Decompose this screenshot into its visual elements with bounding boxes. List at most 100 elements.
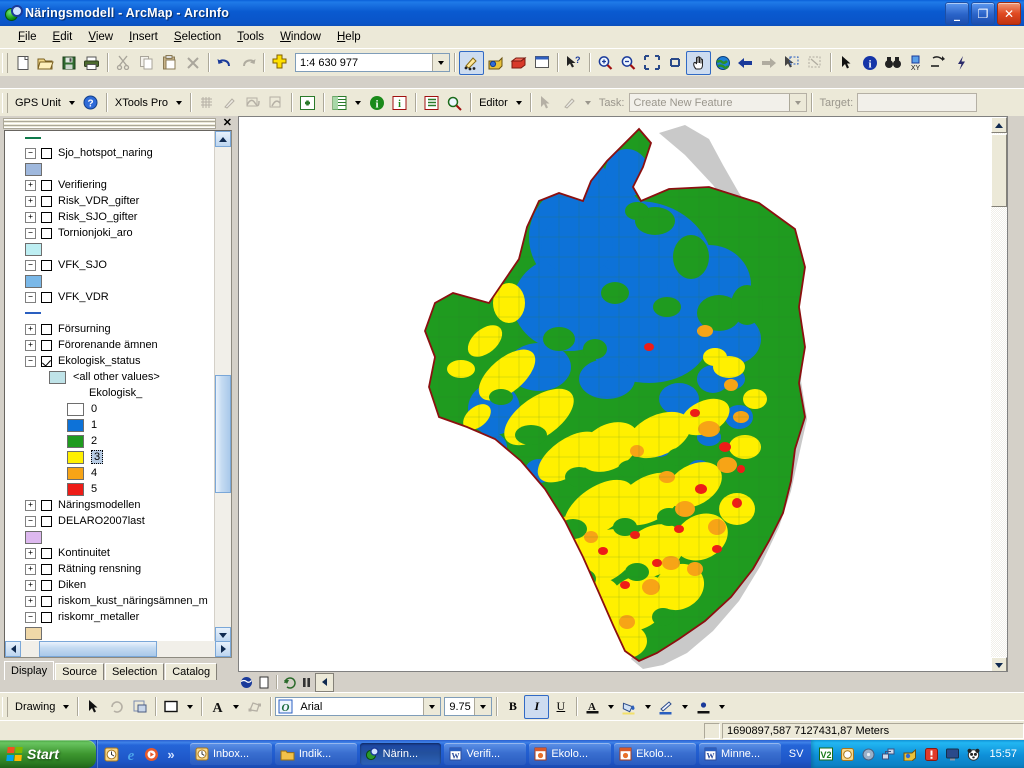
chevron-down-icon-size[interactable]	[474, 698, 492, 715]
line-color-button[interactable]	[655, 696, 678, 718]
layer-row-naringsmodellen[interactable]: + Näringsmodellen	[5, 497, 215, 513]
identify-tool[interactable]: i	[858, 52, 881, 74]
map-canvas[interactable]	[239, 117, 1007, 671]
previous-extent-button[interactable]	[734, 52, 757, 74]
chevron-down-icon-fontcolor[interactable]	[608, 704, 615, 709]
legend-class-0[interactable]: 0	[5, 401, 215, 417]
identify-info-button[interactable]: i	[365, 92, 388, 114]
minimize-button[interactable]: _	[945, 2, 969, 25]
layer-row-fororenande-amnen[interactable]: + Förorenande ämnen	[5, 337, 215, 353]
print-button[interactable]	[80, 52, 103, 74]
layer-row-ekologisk-status[interactable]: − Ekologisk_status	[5, 353, 215, 369]
layer-checkbox[interactable]	[41, 547, 52, 559]
underline-button[interactable]: U	[549, 696, 572, 718]
ql-more-icon[interactable]: »	[163, 746, 179, 762]
shape-tool-2[interactable]	[264, 92, 287, 114]
open-button[interactable]	[34, 52, 57, 74]
delete-button[interactable]	[181, 52, 204, 74]
menu-edit[interactable]: Edit	[45, 29, 81, 45]
menu-view[interactable]: View	[80, 29, 121, 45]
collapse-icon[interactable]: −	[25, 291, 36, 303]
scroll-right-button[interactable]	[215, 641, 231, 657]
sketch-tool-disabled[interactable]	[558, 92, 581, 114]
fixed-zoom-in-button[interactable]	[640, 52, 663, 74]
pencil-button-disabled[interactable]	[218, 92, 241, 114]
taskbar-clock[interactable]: 15:57	[989, 748, 1017, 760]
editor-toolbar-button[interactable]	[459, 50, 484, 75]
new-graphic-button[interactable]	[128, 696, 151, 718]
layer-row-riskomr-metaller[interactable]: − riskomr_metaller	[5, 609, 215, 625]
collapse-icon[interactable]: −	[25, 611, 36, 623]
layer-checkbox[interactable]	[41, 323, 52, 335]
collapse-icon[interactable]: −	[25, 515, 36, 527]
close-icon[interactable]: ✕	[223, 116, 232, 129]
scrollbar-thumb[interactable]	[215, 375, 231, 493]
chevron-down-icon-sketch[interactable]	[584, 100, 591, 105]
select-features-tool[interactable]	[780, 52, 803, 74]
redo-button[interactable]	[236, 52, 259, 74]
layer-checkbox[interactable]	[41, 515, 52, 527]
expand-icon[interactable]: +	[25, 595, 36, 607]
taskbar-item-inbox[interactable]: Inbox...	[190, 743, 272, 765]
drawing-menu-label[interactable]: Drawing	[11, 701, 59, 713]
close-button[interactable]: ✕	[997, 2, 1021, 25]
zoom-to-selection-button[interactable]	[443, 92, 466, 114]
layer-row-ratning-rensning[interactable]: + Rätning rensning	[5, 561, 215, 577]
menu-window[interactable]: Window	[272, 29, 329, 45]
layer-checkbox[interactable]	[41, 499, 52, 511]
layer-checkbox[interactable]	[41, 339, 52, 351]
legend-class-5[interactable]: 5	[5, 481, 215, 497]
taskbar-item-indik[interactable]: Indik...	[274, 743, 357, 765]
chevron-down-icon[interactable]	[68, 100, 75, 105]
expand-icon[interactable]: +	[25, 323, 36, 335]
scroll-left-button[interactable]	[315, 672, 334, 692]
chevron-down-icon-editor[interactable]	[515, 100, 522, 105]
font-family-combo[interactable]: O Arial	[275, 697, 442, 716]
layer-row-verifiering[interactable]: + Verifiering	[5, 177, 215, 193]
italic-button[interactable]: I	[524, 694, 550, 719]
layer-row-sjo-hotspot-naring[interactable]: − Sjo_hotspot_naring	[5, 145, 215, 161]
target-combo[interactable]	[857, 93, 978, 112]
tray-arcgis-icon[interactable]	[902, 746, 918, 762]
chevron-down-icon-fill[interactable]	[645, 704, 652, 709]
layer-row-forsurning[interactable]: + Försurning	[5, 321, 215, 337]
map-vertical-scrollbar[interactable]	[991, 117, 1007, 671]
fill-color-button[interactable]	[618, 696, 641, 718]
fixed-zoom-out-button[interactable]	[663, 52, 686, 74]
tray-network-icon[interactable]	[881, 746, 897, 762]
map-scrollbar-thumb[interactable]	[991, 134, 1007, 207]
layer-row-riskom-kust[interactable]: + riskom_kust_näringsämnen_m	[5, 593, 215, 609]
layer-row-kontinuitet[interactable]: + Kontinuitet	[5, 545, 215, 561]
layer-row-risk-sjo-gifter[interactable]: + Risk_SJO_gifter	[5, 209, 215, 225]
expand-icon[interactable]: +	[25, 339, 36, 351]
map-scale-combo[interactable]: 1:4 630 977	[295, 53, 450, 72]
scroll-left-button[interactable]	[5, 641, 21, 657]
collapse-icon[interactable]: −	[25, 259, 36, 271]
legend-class-3[interactable]: 3	[5, 449, 215, 465]
layer-checkbox[interactable]	[41, 595, 52, 607]
toc-title-bar[interactable]: ✕	[0, 116, 236, 130]
gps-unit-label[interactable]: GPS Unit	[11, 97, 65, 109]
toc-vertical-scrollbar[interactable]	[214, 131, 231, 643]
select-elements-tool[interactable]	[82, 696, 105, 718]
scrollbar-track[interactable]	[21, 641, 215, 657]
tab-source[interactable]: Source	[55, 663, 104, 680]
copy-button[interactable]	[135, 52, 158, 74]
toolbar-grip-draw[interactable]	[2, 696, 8, 717]
chevron-down-icon-table[interactable]	[355, 100, 362, 105]
edit-vertices-button[interactable]	[243, 696, 266, 718]
layer-checkbox[interactable]	[41, 579, 52, 591]
layer-checkbox[interactable]	[41, 195, 52, 207]
ql-internet-explorer-icon[interactable]: e	[123, 746, 139, 762]
select-elements-tool[interactable]	[835, 52, 858, 74]
menu-insert[interactable]: Insert	[121, 29, 166, 45]
draw-rectangle-button[interactable]	[160, 696, 183, 718]
zoom-out-tool[interactable]	[617, 52, 640, 74]
layout-view-button[interactable]	[255, 674, 272, 691]
toc-drag-bars[interactable]	[3, 118, 216, 129]
menu-selection[interactable]: Selection	[166, 29, 229, 45]
clear-selection-button[interactable]	[803, 52, 826, 74]
layer-checkbox[interactable]	[41, 179, 52, 191]
attribute-table-button[interactable]	[328, 92, 351, 114]
refresh-view-button[interactable]	[281, 674, 298, 691]
